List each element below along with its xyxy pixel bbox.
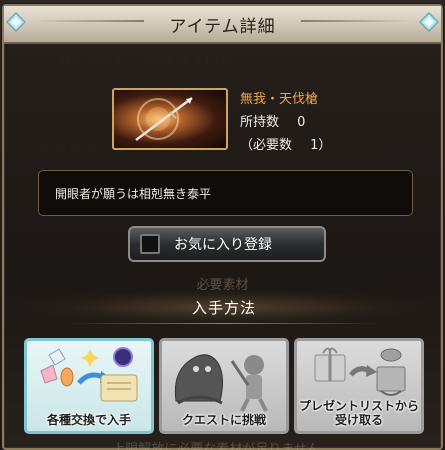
item-thumbnail <box>112 88 228 150</box>
owned-count: 0 <box>297 115 306 130</box>
acquisition-heading: 入手方法 <box>24 290 424 324</box>
dialog-title-bar: アイテム詳細 <box>4 6 441 44</box>
item-description-box: 開眼者が願うは相剋無き泰平 <box>38 170 413 216</box>
required-count-row: （必要数 1） <box>240 134 331 153</box>
spear-weapon-icon <box>135 97 193 141</box>
dialog-title: アイテム詳細 <box>169 16 276 37</box>
acquisition-card-label: 各種交換で入手 <box>46 413 131 427</box>
owned-count-row: 所持数 0 <box>240 111 331 130</box>
acquisition-heading-label: 入手方法 <box>191 298 256 317</box>
favorite-label: お気に入り登録 <box>174 237 272 253</box>
item-description: 開眼者が願うは相剋無き泰平 <box>55 186 212 201</box>
acquisition-card-label: プレゼントリストから <box>298 399 419 413</box>
acquisition-card-exchange[interactable]: 各種交換で入手 <box>24 338 154 434</box>
item-info-panel: 無我・天伐槍 所持数 0 （必要数 1） <box>240 88 331 157</box>
acquisition-card-label: クエストに挑戦 <box>181 413 266 427</box>
acquisition-card-present[interactable]: プレゼントリストから 受け取る <box>294 338 424 434</box>
acquisition-card-quest[interactable]: クエストに挑戦 <box>159 338 289 434</box>
acquisition-card-label-line2: 受け取る <box>334 413 383 427</box>
item-detail-dialog: アイテム詳細 無我・天伐槍 所持数 0 （必要数 1） 開眼者が願うは相剋無き泰… <box>2 4 443 450</box>
owned-label: 所持数 <box>240 115 280 130</box>
required-label: （必要数 <box>240 138 293 153</box>
favorite-toggle-button[interactable]: お気に入り登録 <box>128 226 326 262</box>
required-count: 1） <box>310 138 332 153</box>
item-name: 無我・天伐槍 <box>240 92 319 107</box>
footer-hint: 上限解放に必要な素材が足りません。 <box>112 442 333 450</box>
corner-gem-icon <box>419 12 439 32</box>
corner-gem-icon <box>6 12 26 32</box>
favorite-checkbox[interactable] <box>140 234 160 254</box>
